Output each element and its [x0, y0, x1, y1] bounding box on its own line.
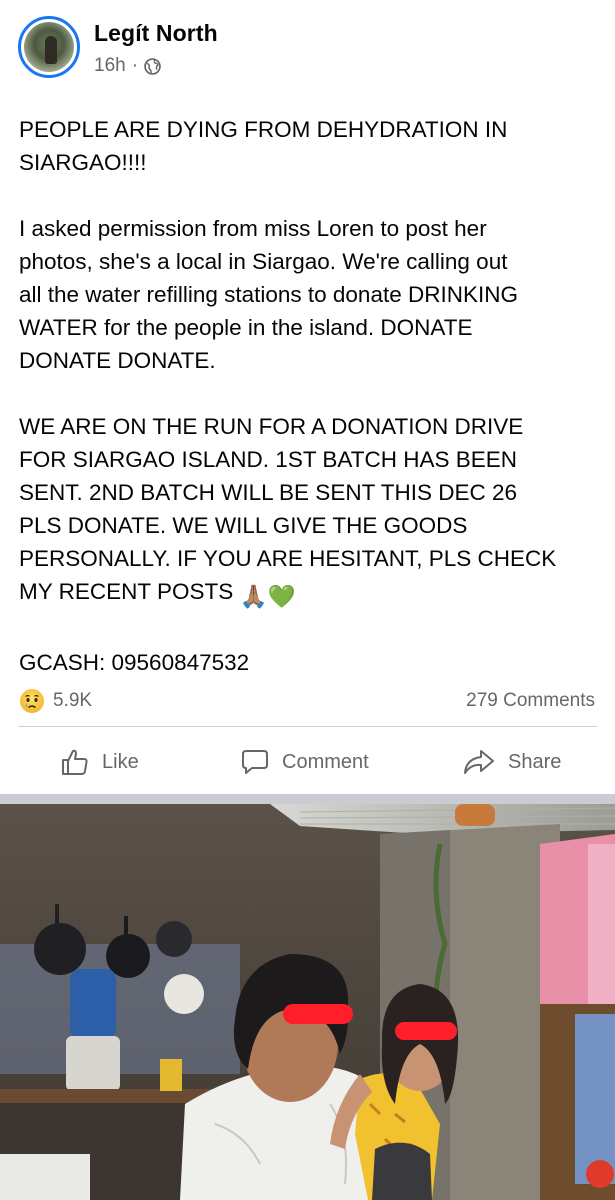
comment-bubble-icon: [242, 750, 268, 774]
share-button[interactable]: Share: [462, 740, 561, 784]
post-time[interactable]: 16h: [94, 55, 126, 77]
like-button[interactable]: Like: [60, 740, 139, 784]
like-label: Like: [102, 750, 139, 773]
gcash-number: GCASH: 09560847532: [19, 650, 250, 675]
comment-button[interactable]: Comment: [240, 740, 369, 784]
comments-count[interactable]: 279 Comments: [466, 690, 595, 712]
share-arrow-icon: [464, 750, 494, 774]
divider: [18, 726, 597, 727]
avatar[interactable]: [18, 16, 80, 78]
censor-bar-man: [283, 1004, 353, 1024]
sad-face-icon: [20, 689, 44, 713]
avatar-photo: [24, 22, 74, 72]
post-header: Legít North 16h ·: [18, 16, 598, 80]
post-paragraph-3-text: WE ARE ON THE RUN FOR A DONATION DRIVE F…: [19, 414, 557, 604]
action-bar: Like Comment Share: [0, 740, 615, 784]
post-photo[interactable]: [0, 804, 615, 1200]
censor-bar-child: [395, 1022, 457, 1040]
reactions-summary[interactable]: 5.9K: [19, 686, 92, 716]
feed-separator: [0, 794, 615, 804]
post-paragraph-1: PEOPLE ARE DYING FROM DEHYDRATION IN SIA…: [19, 117, 508, 175]
comment-label: Comment: [282, 750, 369, 773]
author-name[interactable]: Legít North: [94, 20, 218, 47]
globe-icon: [144, 57, 161, 75]
green-heart-emoji: 💚: [267, 584, 296, 609]
reactions-count: 5.9K: [53, 690, 93, 711]
share-label: Share: [508, 750, 562, 773]
meta-separator: ·: [131, 55, 139, 76]
post-paragraph-2: I asked permission from miss Loren to po…: [19, 216, 518, 373]
post-paragraph-3: WE ARE ON THE RUN FOR A DONATION DRIVE F…: [19, 410, 604, 613]
praying-hands-emoji: 🙏🏽: [239, 584, 268, 609]
photo-image: [0, 804, 615, 1200]
thumbs-up-icon: [62, 749, 88, 775]
post-meta: 16h ·: [94, 55, 161, 77]
post-body: PEOPLE ARE DYING FROM DEHYDRATION IN SIA…: [19, 113, 604, 712]
